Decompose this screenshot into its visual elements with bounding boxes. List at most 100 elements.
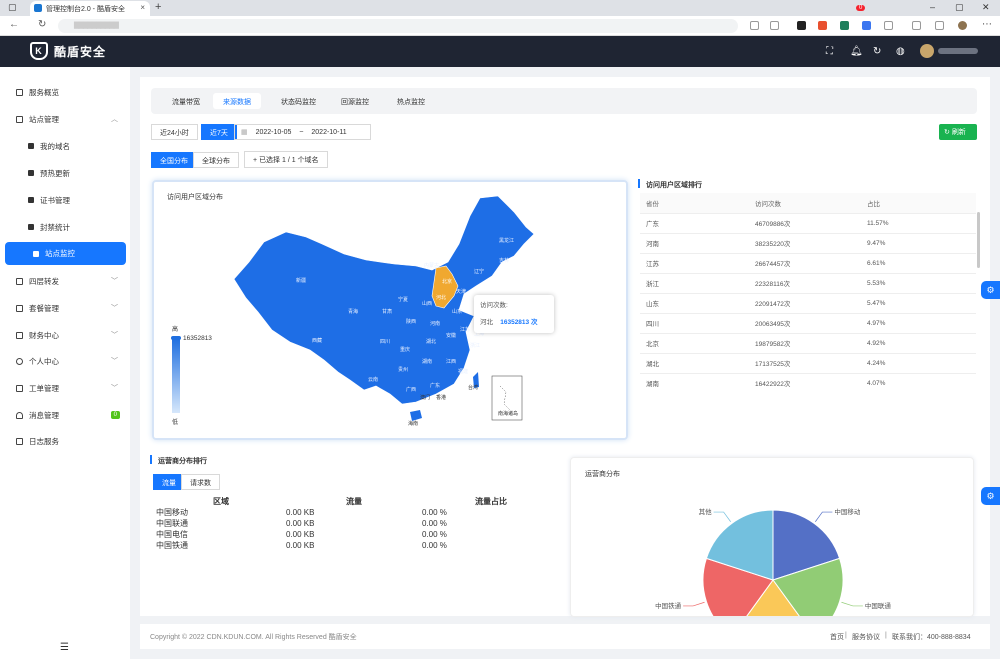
main-panel: 流量带宽 来源数据 状态码监控 回源监控 热点监控 近24小时 近7天 ▦ 20… [140,77,990,617]
maximize-icon[interactable]: ▢ [955,2,964,13]
region-cell: 中国电信 [156,530,188,539]
sidebar-item-label: 套餐管理 [29,303,59,313]
legend-value: 16352813 [183,335,212,342]
extension-icon[interactable] [862,21,871,30]
sidebar-item-label: 我的域名 [40,141,70,151]
fullscreen-icon[interactable]: ⛶ [826,46,833,57]
read-aloud-icon[interactable] [750,21,759,30]
sidebar-item-label: 站点管理 [29,114,59,124]
sidebar-item-certificates[interactable]: 证书管理 [0,189,130,211]
visits-cell: 22091472次 [755,292,867,313]
ratio-cell: 4.92% [867,332,976,353]
refresh-button[interactable]: ↻ 刷新 [939,124,977,140]
window-menu-icon[interactable]: ▢ [8,2,17,13]
more-icon[interactable]: ⋯ [982,19,992,30]
sidebar-item-sites[interactable]: 站点管理 ︿ [0,108,130,130]
extension-icon[interactable] [840,21,849,30]
monitor-icon [16,115,23,123]
browser-tab-title: 管理控制台2.0 - 酷盾安全 [46,6,125,13]
tab-traffic-bandwidth[interactable]: 流量带宽 [162,93,210,109]
new-tab-icon[interactable]: + [155,1,161,13]
sidebar-item-label: 四层转发 [29,276,59,286]
visits-cell: 38235220次 [755,232,867,253]
close-tab-icon[interactable]: × [140,3,145,12]
sidebar-item-plans[interactable]: 套餐管理 ﹀ [0,297,130,319]
footer-home-link[interactable]: 首页 [830,632,844,642]
traffic-cell: 0.00 KB [286,519,315,528]
global-distribution-button[interactable]: 全球分布 [193,152,239,168]
tab-source-data[interactable]: 来源数据 [213,93,261,109]
sidebar-item-prefetch[interactable]: 预热更新 [0,162,130,184]
ratio-cell: 5.53% [867,272,976,293]
last-24h-button[interactable]: 近24小时 [151,124,198,140]
legend-handle[interactable] [171,336,181,340]
sidebar-item-logs[interactable]: 日志服务 [0,430,130,452]
header-traffic: 流量 [346,497,362,506]
sidebar-item-domains[interactable]: 我的域名 [0,135,130,157]
minimize-icon[interactable]: – [930,2,935,12]
user-name-redacted[interactable] [938,48,978,54]
national-distribution-button[interactable]: 全国分布 [151,152,197,168]
ratio-cell: 9.47% [867,232,976,253]
sidebar: 服务概览 站点管理 ︿ 我的域名 预热更新 证书管理 封禁统计 站点监控 四层转发… [0,67,130,659]
sidebar-item-overview[interactable]: 服务概览 [0,81,130,103]
visits-cell: 22328116次 [755,272,867,293]
legend-gradient-bar[interactable] [172,338,180,413]
sidebar-item-messages[interactable]: 消息管理 0 [0,404,130,426]
sidebar-item-label: 证书管理 [40,195,70,205]
ranking-scrollbar[interactable] [977,212,980,268]
date-range-picker[interactable]: ▦ 2022-10-05 ~ 2022-10-11 [234,124,371,140]
china-map[interactable] [154,182,626,438]
sidebar-item-finance[interactable]: 财务中心 ﹀ [0,324,130,346]
document-icon [16,437,23,445]
logo[interactable]: K 酷盾安全 [30,42,106,60]
province-cell: 湖南 [640,372,755,393]
user-avatar[interactable] [920,44,934,58]
reload-icon[interactable]: ↻ [38,19,46,30]
requests-tab-button[interactable]: 请求数 [181,474,220,490]
sidebar-item-tickets[interactable]: 工单管理 ﹀ [0,377,130,399]
footer-agreement-link[interactable]: 服务协议 [852,632,880,642]
tab-status-code[interactable]: 状态码监控 [271,93,326,109]
sidebar-item-label: 封禁统计 [40,222,70,232]
profile-avatar[interactable] [958,21,967,30]
header-traffic-ratio: 流量占比 [475,497,507,506]
globe-icon[interactable]: ◍ [896,46,905,57]
url-input[interactable]: ▇▇▇▇▇▇▇▇▇▇ [58,19,738,33]
sidebar-item-profile[interactable]: 个人中心 ﹀ [0,350,130,372]
domain-select-button[interactable]: + 已选择 1 / 1 个域名 [244,151,328,168]
tab-hotspot-monitor[interactable]: 热点监控 [387,93,435,109]
ratio-cell: 4.97% [867,312,976,333]
pie-label-line [683,601,705,607]
tab-origin-monitor[interactable]: 回源监控 [331,93,379,109]
province-cell: 湖北 [640,352,755,373]
traffic-ratio-cell: 0.00 % [422,530,447,539]
favorites-bar-icon[interactable] [912,21,921,30]
settings-float-button[interactable]: ⚙ [981,281,1000,299]
last-7d-button[interactable]: 近7天 [201,124,237,140]
collections-icon[interactable] [935,21,944,30]
bell-icon[interactable]: 🔔︎ [850,46,863,57]
table-row: 广东 46709886次 11.57% [640,212,976,233]
extension-icon[interactable] [818,21,827,30]
header-region: 区域 [213,497,229,506]
sidebar-item-site-monitor[interactable]: 站点监控 [5,242,126,265]
extensions-icon[interactable] [884,21,893,30]
extension-icon[interactable] [797,21,806,30]
region-ranking-table[interactable]: 省份 访问次数 占比 广东 46709886次 11.57% 河南 38235220次 9… [640,193,978,401]
header-visits: 访问次数 [755,193,867,213]
grid-icon [33,250,39,257]
dashboard-icon [16,88,23,96]
sidebar-item-block-stats[interactable]: 封禁统计 [0,216,130,238]
operator-pie-chart[interactable]: 中国移动中国联通 中国铁通 其他 [571,458,974,617]
settings-float-button[interactable]: ⚙ [981,487,1000,505]
back-icon[interactable]: ← [9,19,19,30]
domain-select-label: 已选择 1 / 1 个域名 [259,157,319,164]
close-window-icon[interactable]: ✕ [982,2,990,13]
sidebar-item-l4-forward[interactable]: 四层转发 ﹀ [0,270,130,292]
browser-tab[interactable]: 管理控制台2.0 - 酷盾安全 × [30,1,150,16]
refresh-icon[interactable]: ↻ [873,46,881,57]
province-cell: 四川 [640,312,755,333]
favorites-icon[interactable] [770,21,779,30]
collapse-menu-icon[interactable]: ☰ [60,642,69,653]
